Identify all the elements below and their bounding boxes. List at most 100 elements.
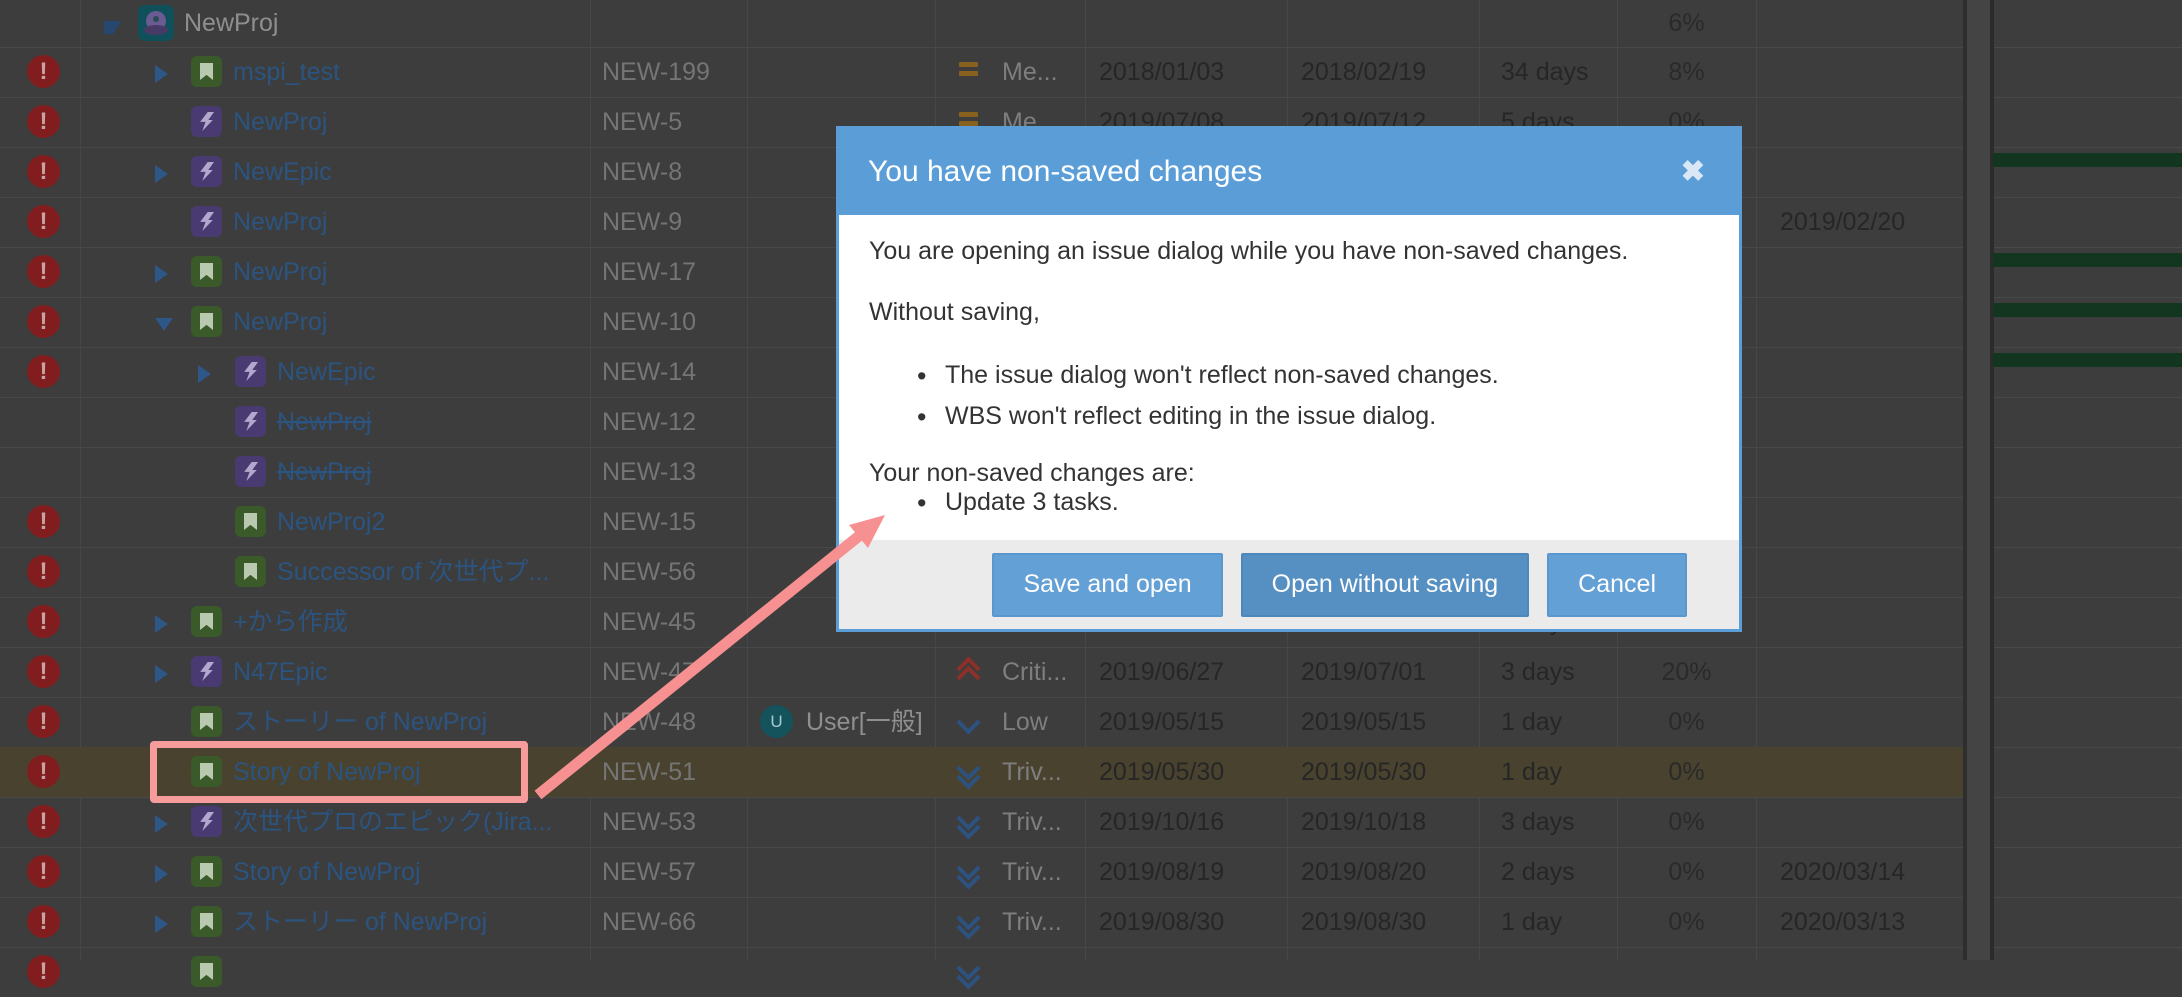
issue-summary-link[interactable]: ストーリー of NewProj <box>233 697 487 747</box>
issue-summary-link[interactable]: NewProj2 <box>277 497 385 547</box>
end-date: 2019/05/15 <box>1301 697 1426 747</box>
save-and-open-button[interactable]: Save and open <box>992 553 1222 617</box>
bookmark-glyph <box>244 513 257 530</box>
collapse-arrow-icon[interactable] <box>155 318 173 331</box>
expand-arrow-icon[interactable] <box>198 365 211 383</box>
expand-arrow-icon[interactable] <box>155 65 168 83</box>
priority-trivial-icon <box>956 960 980 984</box>
table-row[interactable]: !ストーリー of NewProjNEW-66Triv...2019/08/30… <box>0 897 2182 947</box>
issue-summary-link[interactable]: +から作成 <box>233 597 348 647</box>
expand-arrow-icon[interactable] <box>155 815 168 833</box>
lightning-glyph <box>243 412 258 431</box>
table-row[interactable]: !N47EpicNEW-47Criti...2019/06/272019/07/… <box>0 647 2182 697</box>
start-date: 2019/08/19 <box>1099 847 1224 897</box>
story-icon <box>191 56 222 87</box>
priority-bar <box>959 112 978 117</box>
issue-summary-link[interactable]: NewProj <box>277 397 371 447</box>
dialog-header[interactable]: You have non-saved changes ✖ <box>839 129 1739 215</box>
story-icon <box>191 606 222 637</box>
progress-percent: 0% <box>1617 747 1756 797</box>
issue-summary-link[interactable]: NewProj <box>184 0 278 47</box>
table-row[interactable]: NewProj 6% <box>0 0 2182 47</box>
dialog-footer: Save and open Open without saving Cancel <box>839 540 1739 629</box>
duration: 1 day <box>1501 897 1562 947</box>
gantt-bar[interactable] <box>1993 353 2182 367</box>
expand-arrow-icon[interactable] <box>155 165 168 183</box>
lightning-glyph <box>199 212 214 231</box>
collapse-arrow-icon[interactable] <box>104 21 122 34</box>
alert-icon: ! <box>27 155 60 188</box>
expand-arrow-icon[interactable] <box>155 265 168 283</box>
epic-icon <box>235 456 266 487</box>
priority-critical-icon <box>956 660 980 684</box>
open-without-saving-button[interactable]: Open without saving <box>1241 553 1530 617</box>
table-row[interactable]: !mspi_testNEW-199Me...2018/01/032018/02/… <box>0 47 2182 97</box>
expand-arrow-icon[interactable] <box>155 665 168 683</box>
annotation-highlight-box <box>150 741 528 803</box>
story-icon <box>235 506 266 537</box>
duration: 3 days <box>1501 647 1575 697</box>
gantt-bar[interactable] <box>1993 153 2182 167</box>
issue-summary-link[interactable]: mspi_test <box>233 47 340 97</box>
alert-icon: ! <box>27 855 60 888</box>
issue-summary-link[interactable]: NewEpic <box>233 147 332 197</box>
epic-icon <box>191 106 222 137</box>
issue-summary-link[interactable]: N47Epic <box>233 647 328 697</box>
priority-medium-icon <box>956 60 980 84</box>
close-icon[interactable]: ✖ <box>1681 129 1705 215</box>
alert-icon: ! <box>27 755 60 788</box>
issue-summary-link[interactable]: NewProj <box>233 197 327 247</box>
unsaved-changes-dialog: You have non-saved changes ✖ You are ope… <box>836 126 1742 632</box>
lightning-glyph <box>199 112 214 131</box>
start-date: 2019/05/15 <box>1099 697 1224 747</box>
expand-arrow-icon[interactable] <box>155 865 168 883</box>
issue-summary-link[interactable]: ストーリー of NewProj <box>233 897 487 947</box>
issue-summary-link[interactable]: NewEpic <box>277 347 376 397</box>
issue-summary-link[interactable]: NewProj <box>233 297 327 347</box>
cancel-button[interactable]: Cancel <box>1547 553 1687 617</box>
start-date: 2019/05/30 <box>1099 747 1224 797</box>
issue-key: NEW-9 <box>602 197 682 247</box>
story-icon <box>191 706 222 737</box>
dialog-title: You have non-saved changes <box>868 129 1262 215</box>
table-row[interactable]: ! <box>0 947 2182 997</box>
gantt-bar[interactable] <box>1993 303 2182 317</box>
issue-summary-link[interactable]: NewProj <box>277 447 371 497</box>
epic-icon <box>191 156 222 187</box>
expand-arrow-icon[interactable] <box>155 615 168 633</box>
alert-icon: ! <box>27 305 60 338</box>
alert-icon: ! <box>27 205 60 238</box>
issue-summary-link[interactable]: NewProj <box>233 97 327 147</box>
dialog-changes-list: Update 3 tasks. <box>869 488 1709 517</box>
table-row[interactable]: !ストーリー of NewProjNEW-48UUser[一般]Low2019/… <box>0 697 2182 747</box>
resolved-date: 2020/03/13 <box>1780 897 1905 947</box>
priority-label: Low <box>1002 697 1048 747</box>
resolved-date: 2020/03/14 <box>1780 847 1905 897</box>
lightning-glyph <box>199 812 214 831</box>
issue-key: NEW-56 <box>602 547 696 597</box>
table-row[interactable]: !次世代プロのエピック(Jira...NEW-53Triv...2019/10/… <box>0 797 2182 847</box>
issue-summary-link[interactable]: 次世代プロのエピック(Jira... <box>233 797 552 847</box>
issue-key: NEW-66 <box>602 897 696 947</box>
priority-bar <box>959 71 978 76</box>
avatar-base <box>144 25 168 35</box>
progress-percent: 6% <box>1617 0 1756 47</box>
alert-icon: ! <box>27 255 60 288</box>
issue-key: NEW-5 <box>602 97 682 147</box>
table-row[interactable]: !Story of NewProjNEW-57Triv...2019/08/19… <box>0 847 2182 897</box>
expand-arrow-icon[interactable] <box>155 915 168 933</box>
alert-icon: ! <box>27 655 60 688</box>
gantt-bar[interactable] <box>1993 253 2182 267</box>
bookmark-glyph <box>200 713 213 730</box>
dialog-changes-heading: Your non-saved changes are: <box>869 459 1709 488</box>
dialog-intro-text: You are opening an issue dialog while yo… <box>869 237 1709 266</box>
duration: 1 day <box>1501 747 1562 797</box>
issue-summary-link[interactable]: NewProj <box>233 247 327 297</box>
dialog-consequence-item: The issue dialog won't reflect non-saved… <box>917 361 1709 390</box>
issue-summary-link[interactable]: Story of NewProj <box>233 847 421 897</box>
issue-key: NEW-57 <box>602 847 696 897</box>
issue-key: NEW-12 <box>602 397 696 447</box>
issue-summary-link[interactable]: Successor of 次世代プ... <box>277 547 549 597</box>
bookmark-glyph <box>200 963 213 980</box>
assignee-avatar: U <box>760 705 793 738</box>
